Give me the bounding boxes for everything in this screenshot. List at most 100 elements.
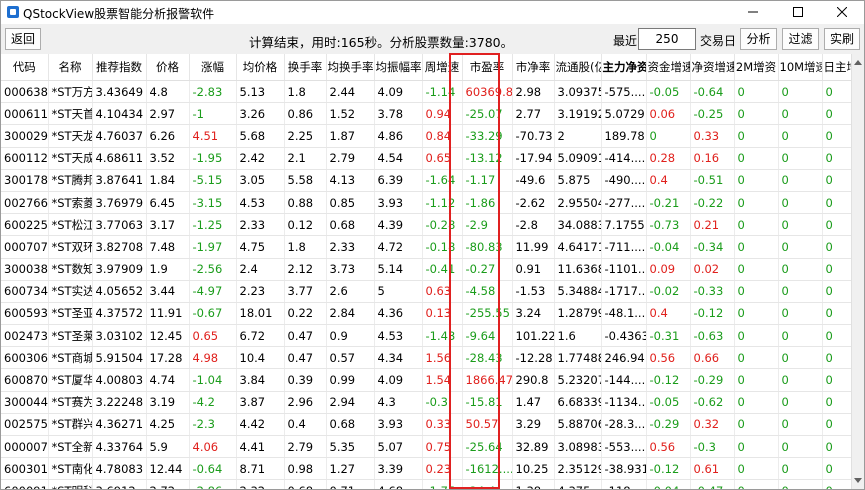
table-cell: *ST实达 (48, 280, 93, 303)
trading-days-input[interactable] (638, 28, 696, 50)
table-cell: -1.17 (462, 169, 513, 192)
table-row[interactable]: 600225 *ST松江 3.77063 3.17 -1.25 2.33 0.12 0.68 4… (1, 213, 851, 237)
column-header[interactable]: 均换手率 (326, 54, 375, 81)
column-header[interactable]: 主力净资 (601, 54, 647, 81)
table-cell: -0.31 (646, 324, 691, 348)
column-header[interactable]: 均振幅率 (374, 54, 423, 81)
table-cell: 0.06 (646, 102, 691, 126)
table-cell: 3.93 (374, 413, 423, 437)
table-cell: 0 (778, 124, 823, 148)
column-header[interactable]: 2M增资 (734, 54, 779, 81)
table-cell: 1.87 (326, 124, 375, 148)
table-cell: 0.39 (284, 368, 327, 392)
close-icon (836, 6, 848, 18)
back-button[interactable]: 返回 (5, 28, 41, 50)
table-row[interactable]: 600301 *ST南化 4.78083 12.44 -0.64 8.71 0.98 1.27… (1, 457, 851, 481)
scroll-up-icon[interactable] (854, 60, 862, 65)
realtime-refresh-button[interactable]: 实刷 (824, 28, 860, 50)
column-header[interactable]: 价格 (146, 54, 190, 81)
table-cell: 3.52 (146, 147, 190, 170)
scroll-down-icon[interactable] (854, 478, 862, 483)
table-row[interactable]: 000007 *ST全新 4.33764 5.9 4.06 4.41 2.79 5.35 5.0… (1, 435, 851, 459)
table-cell: 0.02 (690, 258, 735, 281)
table-cell: 4.74 (146, 368, 190, 392)
column-header[interactable]: 资金增速 (646, 54, 691, 81)
table-cell: 0 (822, 80, 851, 104)
table-row[interactable]: 600306 *ST商城 5.91504 17.28 4.98 10.4 0.47 0.57 4… (1, 346, 851, 370)
table-cell: 1.27 (326, 457, 375, 481)
table-cell: -0.05 (646, 391, 691, 414)
table-cell: 4.3 (374, 391, 423, 414)
table-cell: *ST商城 (48, 346, 93, 370)
table-cell: 4.36 (374, 302, 423, 326)
column-header[interactable]: 10M增速 (778, 54, 823, 81)
table-row[interactable]: 002473 *ST圣莱 3.03102 12.45 0.65 6.72 0.47 0.9 4.… (1, 324, 851, 348)
table-cell: 000611 (1, 102, 49, 126)
scrollbar-thumb[interactable] (854, 73, 862, 469)
column-header[interactable]: 流通股(亿 (554, 54, 602, 81)
table-row[interactable]: 300044 *ST赛为 3.22248 3.19 -4.2 3.87 2.96 2.94 4.… (1, 391, 851, 414)
column-header[interactable]: 换手率 (284, 54, 327, 81)
table-cell: 2.95504 (554, 191, 602, 215)
table-cell: 7.48 (146, 235, 190, 259)
table-row[interactable]: 300029 *ST天龙 4.76037 6.26 4.51 5.68 2.25 1.87 4.… (1, 124, 851, 148)
column-header[interactable]: 名称 (48, 54, 93, 81)
column-header[interactable]: 日主增速 (822, 54, 851, 81)
table-cell: 5 (374, 280, 423, 303)
table-cell: -553.... (601, 435, 647, 459)
column-header[interactable]: 周增速 (422, 54, 463, 81)
table-cell: 0 (822, 213, 851, 237)
table-cell: 4.72 (374, 235, 423, 259)
table-row[interactable]: 300038 *ST数知 3.97909 1.9 -2.56 2.4 2.12 3.73 5.1… (1, 258, 851, 281)
table-cell: 4.00803 (92, 368, 147, 392)
table-cell: 300044 (1, 391, 49, 414)
table-row[interactable]: 000638 *ST万方 3.43649 4.8 -2.83 5.13 1.8 2.44 4.0… (1, 80, 851, 104)
table-cell: -1.12 (422, 191, 463, 215)
table-row[interactable]: 600091*ST明科3.69122.72-2.862.320.680.714.… (1, 479, 851, 489)
table-cell: 0 (734, 280, 779, 303)
table-cell: 300038 (1, 258, 49, 281)
minimize-icon (748, 11, 758, 13)
table-row[interactable]: 600593 *ST圣亚 4.37572 11.91 -0.67 18.01 0.22 2.8… (1, 302, 851, 326)
analyze-button[interactable]: 分析 (740, 28, 777, 50)
column-header[interactable]: 推荐指数 (92, 54, 147, 81)
filter-button[interactable]: 过滤 (782, 28, 819, 50)
table-cell: 2 (554, 124, 602, 148)
column-header[interactable]: 市净率 (512, 54, 555, 81)
table-row[interactable]: 002575 *ST群兴 4.36271 4.25 -2.3 4.42 0.4 0.68 3.9… (1, 413, 851, 437)
table-row[interactable]: 000707 *ST双环 3.82708 7.48 -1.97 4.75 1.8 2.33 4.… (1, 235, 851, 259)
table-cell: 2.1 (284, 147, 327, 170)
column-header[interactable]: 市盈率 (462, 54, 513, 81)
table-row[interactable]: 600112 *ST天成 4.68611 3.52 -1.95 2.42 2.1 2.79 4.… (1, 147, 851, 170)
table-cell: -25.64 (462, 435, 513, 459)
table-row[interactable]: 300178 *ST腾邦 3.87641 1.84 -5.15 3.05 5.58 4.13 6… (1, 169, 851, 192)
table-row[interactable]: 002766 *ST索菱 3.76979 6.45 -3.15 4.53 0.88 0.85 3… (1, 191, 851, 215)
table-cell: *ST双环 (48, 235, 93, 259)
table-row[interactable]: 600870 *ST厦华 4.00803 4.74 -1.04 3.84 0.39 0.99 4… (1, 368, 851, 392)
table-cell: 0 (778, 479, 823, 489)
vertical-scrollbar[interactable] (851, 54, 864, 489)
minimize-button[interactable] (731, 1, 775, 24)
column-header[interactable]: 涨幅 (189, 54, 237, 81)
column-header[interactable]: 均价格 (236, 54, 285, 81)
table-cell: 3.93 (374, 191, 423, 215)
column-header[interactable]: 代码 (1, 54, 49, 81)
table-row[interactable]: 600734 *ST实达 4.05652 3.44 -4.97 2.23 3.77 2.6 5 0… (1, 280, 851, 303)
table-cell: 0 (822, 102, 851, 126)
table-row[interactable]: 000611 *ST天首 4.10434 2.97 -1 3.26 0.86 1.52 3.78… (1, 102, 851, 126)
table-cell: 0 (734, 124, 779, 148)
table-cell: 300178 (1, 169, 49, 192)
table-cell: -4.58 (462, 280, 513, 303)
table-cell: 5.88706 (554, 413, 602, 437)
table-cell: 0 (822, 479, 851, 489)
table-cell: 0.56 (646, 435, 691, 459)
table-cell: 600734 (1, 280, 49, 303)
table-cell: 4.10434 (92, 102, 147, 126)
maximize-button[interactable] (776, 1, 820, 24)
table-cell: 3.29 (512, 413, 555, 437)
table-cell: 0.22 (284, 302, 327, 326)
column-header[interactable]: 净资增速 (690, 54, 735, 81)
close-button[interactable] (820, 1, 864, 24)
table-cell: 1.56 (422, 346, 463, 370)
table-cell: *ST松江 (48, 213, 93, 237)
